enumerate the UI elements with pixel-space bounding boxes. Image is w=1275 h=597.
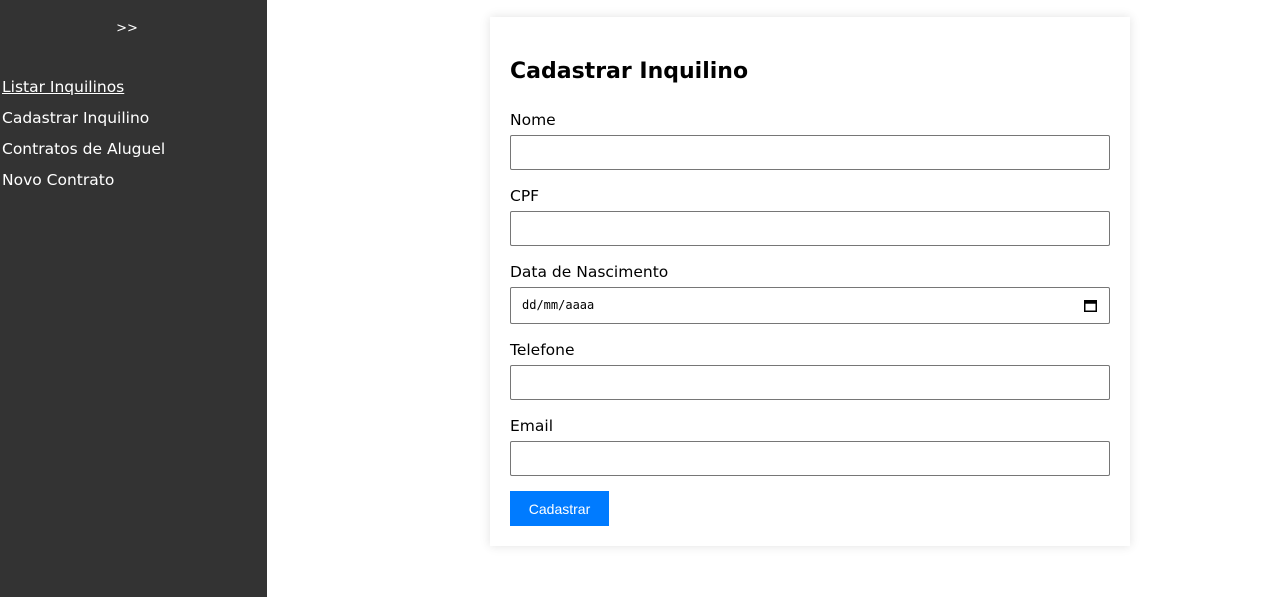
sidebar-item-listar-inquilinos[interactable]: Listar Inquilinos (2, 72, 165, 103)
nome-field[interactable] (510, 135, 1110, 170)
sidebar: >> Listar Inquilinos Cadastrar Inquilino… (0, 0, 267, 597)
calendar-icon[interactable] (1084, 299, 1097, 312)
email-label: Email (510, 417, 554, 435)
sidebar-item-contratos-de-aluguel[interactable]: Contratos de Aluguel (2, 134, 165, 165)
sidebar-toggle-button[interactable]: >> (110, 19, 144, 39)
sidebar-item-cadastrar-inquilino[interactable]: Cadastrar Inquilino (2, 103, 165, 134)
nascimento-date-field[interactable]: dd/mm/aaaa (510, 287, 1110, 324)
cadastrar-button[interactable]: Cadastrar (510, 491, 609, 526)
cpf-field[interactable] (510, 211, 1110, 246)
sidebar-item-novo-contrato[interactable]: Novo Contrato (2, 165, 165, 196)
cpf-label: CPF (510, 187, 540, 205)
sidebar-nav: Listar Inquilinos Cadastrar Inquilino Co… (2, 72, 165, 196)
telefone-field[interactable] (510, 365, 1110, 400)
telefone-label: Telefone (510, 341, 575, 359)
nascimento-label: Data de Nascimento (510, 263, 669, 281)
date-placeholder: dd/mm/aaaa (522, 298, 595, 312)
email-field[interactable] (510, 441, 1110, 476)
form-card: Cadastrar Inquilino Nome CPF Data de Nas… (490, 17, 1130, 546)
nome-label: Nome (510, 111, 556, 129)
page-title: Cadastrar Inquilino (510, 59, 749, 84)
